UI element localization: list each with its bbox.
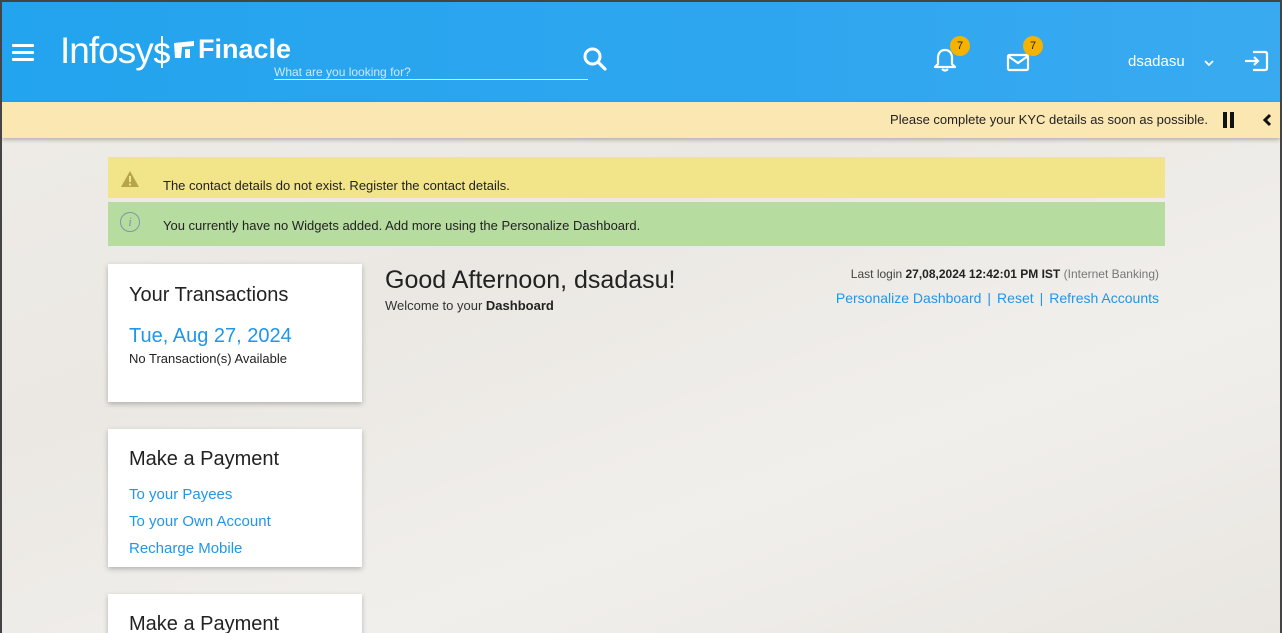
recharge-mobile-link[interactable]: Recharge Mobile [129, 540, 242, 557]
payees-link[interactable]: To your Payees [129, 486, 232, 503]
transactions-date[interactable]: Tue, Aug 27, 2024 [129, 325, 292, 348]
link-separator: | [1039, 290, 1044, 306]
kyc-message: Please complete your KYC details as soon… [890, 112, 1208, 127]
warning-alert: The contact details do not exist. Regist… [108, 157, 1165, 198]
finacle-logo-text: Finacle [198, 34, 292, 64]
make-payment-title-2: Make a Payment [129, 613, 280, 633]
make-payment-card: Make a Payment To your Payees To your Ow… [108, 429, 362, 567]
info-alert-text: You currently have no Widgets added. Add… [163, 218, 641, 233]
pause-icon[interactable] [1223, 112, 1237, 128]
chevron-down-icon[interactable] [1203, 58, 1215, 68]
user-menu[interactable]: dsadasu [1128, 53, 1185, 70]
messages-badge: 7 [1023, 36, 1043, 56]
welcome-text: Welcome to your Dashboard [385, 298, 554, 313]
refresh-accounts-link[interactable]: Refresh Accounts [1049, 290, 1159, 306]
link-separator: | [987, 290, 992, 306]
app-frame: Infosys Finacle 7 7 dsadasu [0, 0, 1282, 633]
finacle-logo: Finacle [172, 34, 291, 65]
no-transactions-text: No Transaction(s) Available [129, 351, 288, 366]
last-login-label: Last login [850, 267, 906, 281]
info-alert: i You currently have no Widgets added. A… [108, 202, 1165, 246]
finacle-mark-icon [174, 41, 194, 58]
info-icon: i [120, 212, 140, 232]
make-payment-card-2: Make a Payment [108, 594, 362, 633]
logout-icon[interactable] [1243, 50, 1269, 72]
logo-divider [161, 36, 163, 68]
welcome-prefix: Welcome to your [385, 298, 486, 313]
reset-link[interactable]: Reset [997, 290, 1034, 306]
greeting-title: Good Afternoon, dsadasu! [385, 266, 676, 294]
make-payment-title: Make a Payment [129, 448, 280, 470]
notifications-badge: 7 [950, 36, 970, 56]
top-header: Infosys Finacle 7 7 dsadasu [2, 2, 1280, 102]
last-login-datetime: 27,08,2024 12:42:01 PM IST [905, 267, 1061, 281]
transactions-card: Your Transactions Tue, Aug 27, 2024 No T… [108, 264, 362, 402]
chevron-left-icon[interactable] [1261, 113, 1273, 127]
hamburger-menu-icon[interactable] [12, 44, 34, 61]
last-login-info: Last login 27,08,2024 12:42:01 PM IST (I… [851, 267, 1159, 281]
search-icon[interactable] [582, 46, 608, 72]
search-input[interactable] [274, 64, 588, 80]
dashboard-links: Personalize Dashboard | Reset | Refresh Acco… [836, 290, 1159, 306]
welcome-dashboard: Dashboard [485, 298, 554, 313]
infosys-logo: Infosys [60, 30, 171, 71]
last-login-channel: (Internet Banking) [1063, 267, 1159, 281]
personalize-dashboard-link[interactable]: Personalize Dashboard [836, 290, 982, 306]
kyc-notice-bar: Please complete your KYC details as soon… [2, 102, 1280, 138]
warning-icon [121, 171, 139, 187]
warning-alert-text: The contact details do not exist. Regist… [163, 178, 510, 193]
own-account-link[interactable]: To your Own Account [129, 513, 271, 530]
transactions-card-title: Your Transactions [129, 284, 289, 306]
